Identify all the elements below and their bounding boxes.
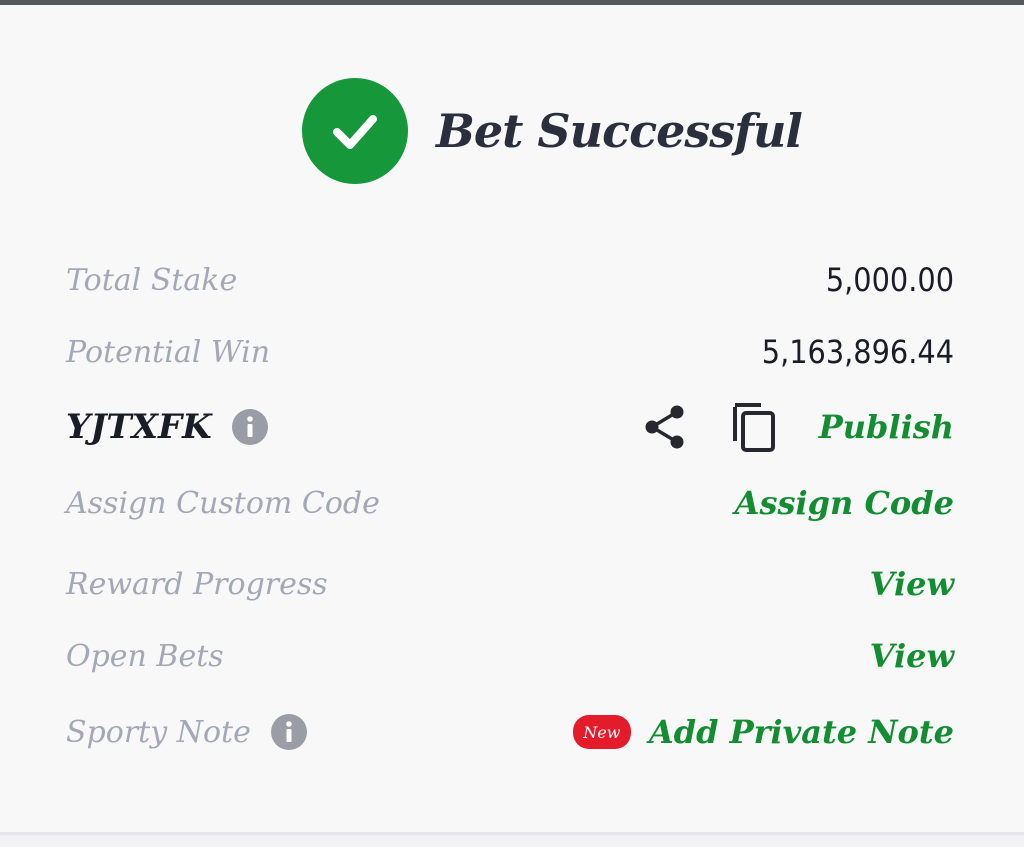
check-circle-icon bbox=[302, 78, 408, 184]
success-header: Bet Successful bbox=[302, 78, 803, 184]
booking-code: YJTXFK bbox=[66, 407, 212, 447]
custom-code-label: Assign Custom Code bbox=[66, 485, 380, 521]
custom-code-row: Assign Custom Code Assign Code bbox=[66, 480, 954, 526]
open-bets-row: Open Bets View bbox=[66, 634, 954, 678]
add-private-note-link[interactable]: Add Private Note bbox=[649, 713, 954, 751]
potential-win-row: Potential Win 5,163,896.44 bbox=[66, 330, 954, 374]
sporty-note-group: Sporty Note bbox=[66, 714, 307, 750]
potential-win-value: 5,163,896.44 bbox=[761, 333, 954, 371]
info-icon[interactable] bbox=[231, 409, 268, 445]
note-info-icon[interactable] bbox=[270, 714, 307, 750]
booking-code-group: YJTXFK bbox=[66, 407, 268, 447]
top-bar bbox=[0, 0, 1024, 5]
share-icon[interactable] bbox=[643, 403, 687, 451]
reward-progress-label: Reward Progress bbox=[66, 566, 328, 602]
booking-code-row: YJTXFK Publish bbox=[66, 400, 954, 454]
potential-win-label: Potential Win bbox=[66, 334, 271, 370]
publish-link[interactable]: Publish bbox=[819, 408, 954, 446]
page-title: Bet Successful bbox=[436, 104, 803, 158]
open-bets-view-link[interactable]: View bbox=[870, 637, 954, 675]
bottom-strip bbox=[0, 835, 1024, 847]
total-stake-value: 5,000.00 bbox=[825, 261, 954, 299]
copy-icon[interactable] bbox=[731, 401, 779, 453]
assign-code-link[interactable]: Assign Code bbox=[735, 484, 954, 522]
total-stake-label: Total Stake bbox=[66, 262, 238, 298]
total-stake-row: Total Stake 5,000.00 bbox=[66, 258, 954, 302]
booking-actions: Publish bbox=[643, 401, 954, 453]
new-badge: New bbox=[572, 715, 631, 749]
note-actions: New Add Private Note bbox=[572, 713, 954, 751]
reward-progress-row: Reward Progress View bbox=[66, 562, 954, 606]
open-bets-label: Open Bets bbox=[66, 638, 224, 674]
sporty-note-label: Sporty Note bbox=[66, 714, 251, 750]
reward-view-link[interactable]: View bbox=[870, 565, 954, 603]
sporty-note-row: Sporty Note New Add Private Note bbox=[66, 706, 954, 758]
